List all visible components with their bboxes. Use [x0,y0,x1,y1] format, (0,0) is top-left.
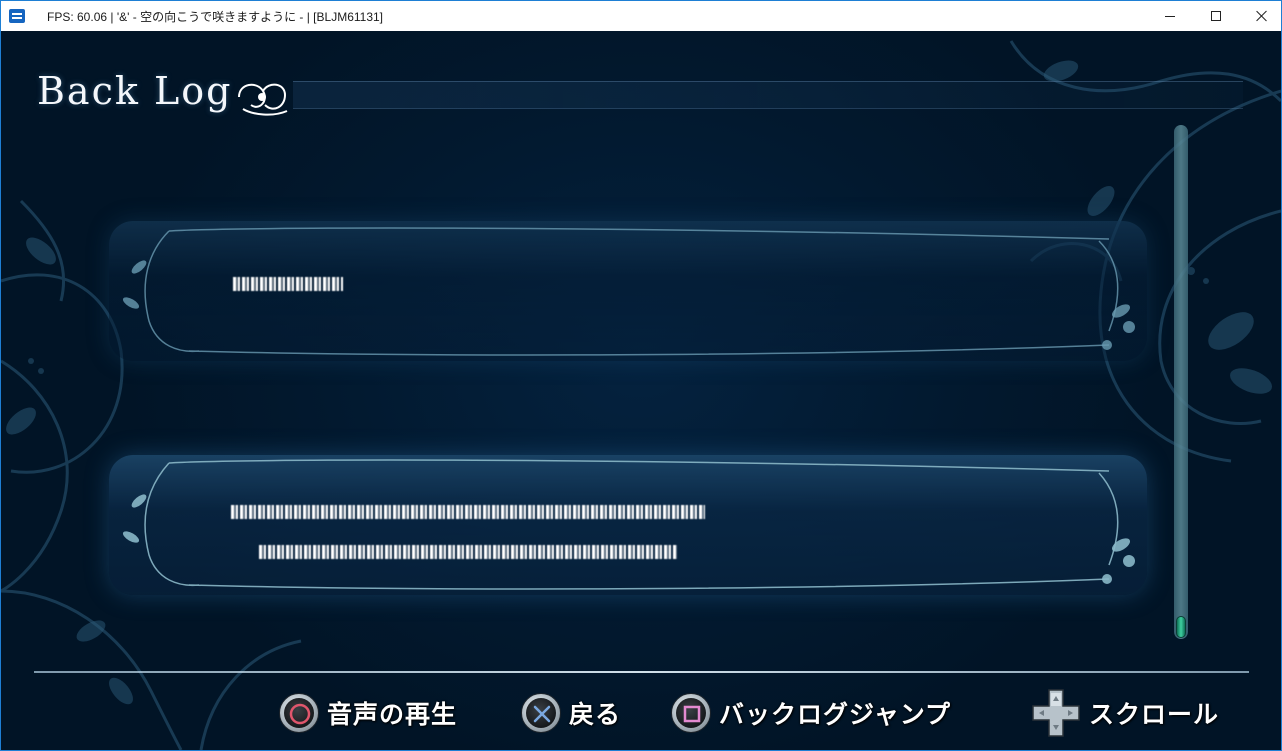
app-icon [9,9,25,23]
window-title: FPS: 60.06 | '&' - 空の向こうで咲きますように - | [BL… [47,9,384,24]
hint-label: 戻る [569,700,622,729]
log-entry[interactable]: ■■■■■… [109,221,1147,361]
scrollbar-thumb[interactable] [1176,616,1186,638]
panel-frame-ornament [122,459,1135,590]
hint-play-voice[interactable]: 音声の再生 [279,693,457,733]
maximize-button[interactable] [1193,1,1239,31]
hint-scroll[interactable]: スクロール [1031,689,1220,737]
hint-backlog-jump[interactable]: バックログジャンプ [671,693,951,733]
emulator-window: FPS: 60.06 | '&' - 空の向こうで咲きますように - | [BL… [0,0,1282,751]
game-screen: Back Log 音声の再生 戻る バックログジャンプ スクロール [1,31,1281,750]
close-button[interactable] [1239,1,1281,31]
minimize-button[interactable] [1147,1,1193,31]
hint-label: スクロール [1089,700,1220,729]
title-bar[interactable]: FPS: 60.06 | '&' - 空の向こうで咲きますように - | [BL… [1,1,1281,31]
screen-title: Back Log [37,69,233,113]
log-line: ■■■■■■■■ ■■■ ■■■■■■■■■■■■■■■■■■■■■■■ [231,505,705,519]
hint-back[interactable]: 戻る [521,693,621,733]
cross-button-icon [521,693,561,733]
hint-label: バックログジャンプ [719,700,952,729]
floral-background [1,40,1281,750]
dpad-icon [1032,689,1080,737]
footer-rule [34,671,1249,673]
circle-button-icon [279,693,319,733]
log-line: ■■■■■… [233,277,343,291]
minimize-icon [1165,15,1175,17]
floral-flourish-icon [238,83,288,116]
header-rule [293,81,1243,109]
hint-label: 音声の再生 [327,700,458,729]
close-icon [1256,10,1268,22]
log-entry[interactable]: ■■■■■■■■ ■■■ ■■■■■■■■■■■■■■■■■■■■■■■ ■■ … [109,455,1147,595]
log-line: ■■ ■■■■■■■■■■■■■■■■■■■■■■■■■■■■■■■ [259,545,677,559]
maximize-icon [1211,11,1221,21]
square-button-icon [671,693,711,733]
scrollbar-track[interactable] [1174,125,1188,639]
